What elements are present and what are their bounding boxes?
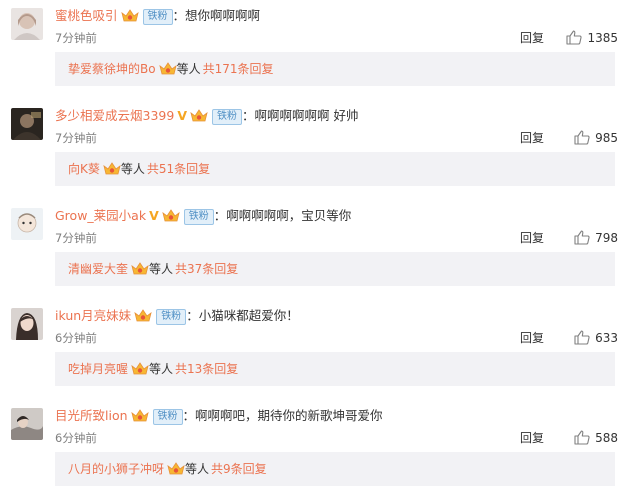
avatar[interactable]: [11, 8, 43, 40]
comment-item: 蜜桃色吸引 铁粉 ：想你啊啊啊啊 7分钟前 回复 1385 挚爱蔡徐坤的Bo 等人 共1…: [0, 0, 640, 100]
sub-reply-count-link[interactable]: 共13条回复: [175, 362, 238, 376]
fan-badge: 铁粉: [212, 109, 242, 125]
thumbs-up-icon: [574, 230, 595, 245]
avatar[interactable]: [11, 108, 43, 140]
others-label: 等人: [149, 262, 174, 276]
fan-crown-icon: [131, 255, 149, 275]
like-count: 588: [595, 431, 618, 445]
like-button[interactable]: 798: [574, 229, 618, 247]
comment-text: ：啊啊啊啊啊啊 好帅: [242, 108, 359, 123]
reply-button[interactable]: 回复: [520, 30, 544, 46]
comment-list: 蜜桃色吸引 铁粉 ：想你啊啊啊啊 7分钟前 回复 1385 挚爱蔡徐坤的Bo 等人 共1…: [0, 0, 640, 503]
fan-crown-icon: [162, 208, 180, 223]
comment-time: 6分钟前: [55, 331, 97, 345]
like-button[interactable]: 985: [574, 129, 618, 147]
username[interactable]: 目光所致lion: [55, 408, 128, 423]
comment-time: 7分钟前: [55, 31, 97, 45]
sub-reply-username[interactable]: 八月的小狮子冲呀: [68, 462, 164, 476]
fan-crown-icon: [131, 355, 149, 375]
comment-text: ：小猫咪都超爱你！: [186, 308, 299, 323]
reply-button[interactable]: 回复: [520, 230, 544, 246]
comment-item: 目光所致lion 铁粉 ：啊啊啊吧，期待你的新歌坤哥爱你 6分钟前 回复 588 八…: [0, 400, 640, 500]
verified-v-icon: V: [177, 108, 187, 123]
fan-badge: 铁粉: [152, 409, 183, 425]
sub-replies-box[interactable]: 向K葵 等人 共51条回复: [55, 152, 615, 186]
username[interactable]: Grow_莱园小ak: [55, 208, 146, 223]
fan-crown-icon: [130, 408, 149, 423]
others-label: 等人: [185, 462, 210, 476]
sub-replies-box[interactable]: 吃掉月亮喔 等人 共13条回复: [55, 352, 615, 386]
sub-reply-count-link[interactable]: 共37条回复: [175, 262, 238, 276]
like-button[interactable]: 1385: [566, 29, 618, 47]
username[interactable]: 蜜桃色吸引: [55, 8, 118, 23]
like-button[interactable]: 588: [574, 429, 618, 447]
comment-item: ikun月亮妹妹 铁粉 ：小猫咪都超爱你！ 6分钟前 回复 633 吃掉月亮喔 等人共…: [0, 300, 640, 400]
comment-text: ：啊啊啊吧，期待你的新歌坤哥爱你: [182, 408, 383, 423]
reply-button[interactable]: 回复: [520, 430, 544, 446]
like-button[interactable]: 633: [574, 329, 618, 347]
reply-button[interactable]: 回复: [520, 130, 544, 146]
sub-reply-username[interactable]: 吃掉月亮喔: [68, 362, 128, 376]
fan-crown-icon: [120, 8, 139, 23]
sub-replies-box[interactable]: 八月的小狮子冲呀 等人 共9条回复: [55, 452, 615, 486]
sub-reply-username[interactable]: 向K葵: [68, 162, 100, 176]
username[interactable]: ikun月亮妹妹: [55, 308, 131, 323]
comment-time: 7分钟前: [55, 231, 97, 245]
fan-crown-icon: [134, 308, 152, 323]
thumbs-up-icon: [574, 130, 595, 145]
like-count: 633: [595, 331, 618, 345]
others-label: 等人: [176, 62, 201, 76]
sub-replies-box[interactable]: 挚爱蔡徐坤的Bo 等人 共171条回复: [55, 52, 615, 86]
fan-crown-icon: [167, 455, 185, 475]
fan-badge: 铁粉: [156, 309, 187, 325]
avatar[interactable]: [11, 408, 43, 440]
verified-v-icon: V: [149, 208, 159, 223]
comment-text: ：啊啊啊啊啊，宝贝等你: [213, 208, 352, 223]
comment-time: 6分钟前: [55, 431, 97, 445]
thumbs-up-icon: [566, 30, 587, 45]
comment-item: Grow_莱园小ak V 铁粉 ：啊啊啊啊啊，宝贝等你 7分钟前 回复 798 清幽爱…: [0, 200, 640, 300]
comment-text: ：想你啊啊啊啊: [172, 8, 261, 23]
others-label: 等人: [120, 162, 145, 176]
comment-time: 7分钟前: [55, 131, 97, 145]
sub-replies-box[interactable]: 清幽爱大奎 等人 共37条回复: [55, 252, 615, 286]
like-count: 985: [595, 131, 618, 145]
like-count: 798: [595, 231, 618, 245]
thumbs-up-icon: [574, 330, 595, 345]
like-count: 1385: [587, 31, 618, 45]
sub-reply-username[interactable]: 挚爱蔡徐坤的Bo: [68, 62, 156, 76]
thumbs-up-icon: [574, 430, 595, 445]
sub-reply-username[interactable]: 清幽爱大奎: [68, 262, 128, 276]
fan-badge: 铁粉: [142, 9, 173, 25]
avatar[interactable]: [11, 308, 43, 340]
comment-item: 多少相爱成云烟3399 V 铁粉 ：啊啊啊啊啊啊 好帅 7分钟前 回复 985 向K葵…: [0, 100, 640, 200]
others-label: 等人: [149, 362, 174, 376]
reply-button[interactable]: 回复: [520, 330, 544, 346]
fan-crown-icon: [190, 108, 208, 123]
avatar[interactable]: [11, 208, 43, 240]
sub-reply-count-link[interactable]: 共171条回复: [203, 62, 274, 76]
fan-badge: 铁粉: [183, 209, 214, 225]
sub-reply-count-link[interactable]: 共9条回复: [211, 462, 267, 476]
fan-crown-icon: [103, 155, 121, 175]
username[interactable]: 多少相爱成云烟3399: [55, 108, 174, 123]
sub-reply-count-link[interactable]: 共51条回复: [147, 162, 210, 176]
fan-crown-icon: [158, 55, 177, 75]
